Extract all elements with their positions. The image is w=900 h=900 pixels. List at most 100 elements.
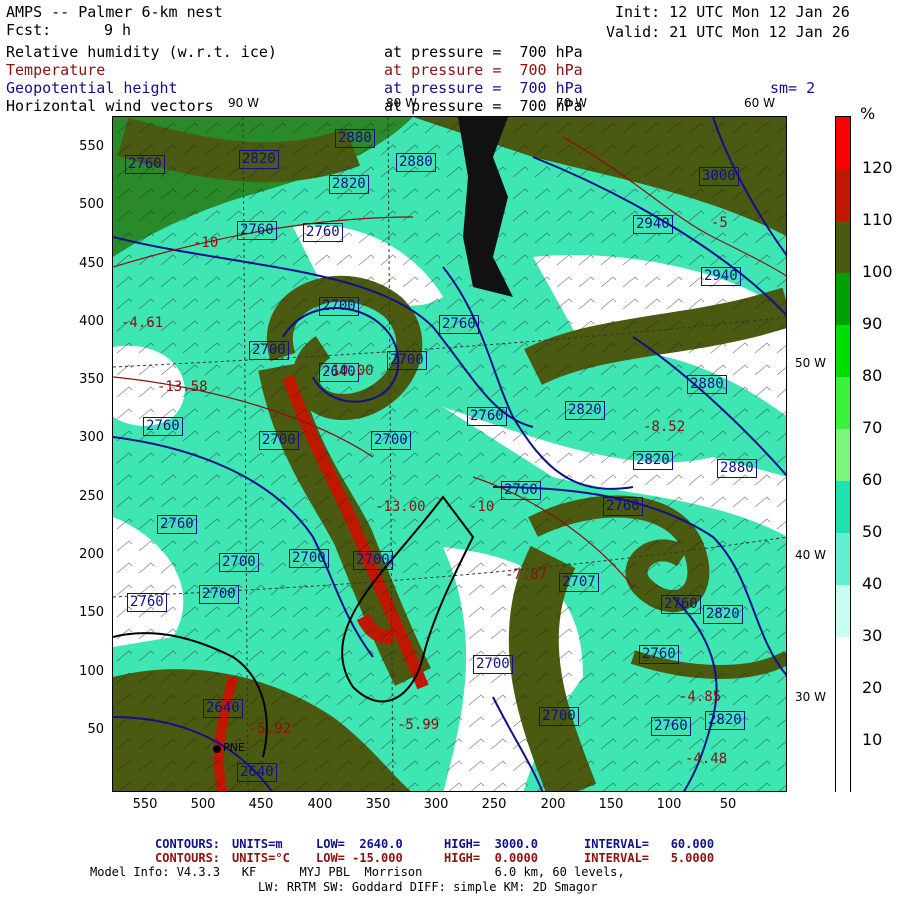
footer-contour2-interval: INTERVAL= 5.0000 [584, 851, 715, 865]
footer-contour2-units: UNITS=°C [232, 851, 290, 865]
height-contour-label: 2700 [259, 431, 299, 450]
x-tick-label: 500 [190, 797, 216, 812]
height-contour-label: 2940 [701, 267, 741, 286]
colorbar-label: 110 [862, 210, 893, 229]
footer-contour1-interval: INTERVAL= 60.000 [584, 837, 715, 851]
height-contour-label: 2820 [329, 175, 369, 194]
colorbar-label: 30 [862, 626, 883, 645]
colorbar-segment [836, 429, 850, 481]
y-tick-label: 250 [79, 489, 104, 504]
temperature-contour-label: -10 [193, 235, 219, 251]
temperature-contour-label: -10 [469, 499, 495, 515]
colorbar-label: 50 [862, 522, 883, 541]
y-tick-label: 300 [79, 430, 104, 445]
footer-contour1-low: LOW= 2640.0 [316, 837, 403, 851]
y-tick-label: 100 [79, 664, 104, 679]
height-contour-label: 2760 [157, 515, 197, 534]
field-rh-level: at pressure = 700 hPa [384, 43, 583, 61]
height-contour-label: 2880 [396, 153, 436, 172]
station-label: PNE [223, 741, 245, 754]
temperature-contour-label: -5.99 [397, 717, 440, 733]
colorbar-label: 20 [862, 678, 883, 697]
field-height-level: at pressure = 700 hPa [384, 79, 583, 97]
height-contour-label: 3000 [699, 167, 739, 186]
height-contour-label: 2700 [387, 351, 427, 370]
x-tick-label: 450 [248, 797, 274, 812]
y-tick-label: 50 [87, 722, 104, 737]
temperature-contour-label: -8.52 [643, 419, 686, 435]
height-contour-label: 2940 [633, 215, 673, 234]
height-contour-label: 2760 [639, 645, 679, 664]
footer-contour1-label: CONTOURS: [155, 837, 221, 851]
station-marker [213, 745, 221, 753]
field-height-name: Geopotential height [6, 79, 178, 97]
colorbar-segment [836, 169, 850, 221]
height-contour-label: 2820 [705, 711, 745, 730]
valid-time: Valid: 21 UTC Mon 12 Jan 26 [606, 23, 850, 41]
height-contour-label: 2760 [237, 221, 277, 240]
x-tick-label: 100 [656, 797, 682, 812]
x-tick-label: 150 [598, 797, 624, 812]
lon-label-30w: 30 W [795, 690, 826, 704]
y-tick-label: 500 [79, 197, 104, 212]
y-tick-label: 200 [79, 547, 104, 562]
lon-label-90w: 90 W [228, 96, 259, 110]
field-rh-name: Relative humidity (w.r.t. ice) [6, 43, 277, 61]
colorbar-label: 40 [862, 574, 883, 593]
height-contour-label: 2880 [687, 375, 727, 394]
x-tick-label: 400 [307, 797, 333, 812]
height-contour-label: 2700 [473, 655, 513, 674]
temperature-contour-label: -4.48 [685, 751, 728, 767]
height-contour-label: 2820 [239, 150, 279, 169]
x-tick-label: 200 [540, 797, 566, 812]
map-panel: 2760 2820 2880 2880 2820 3000 2760 2760 2940 2940… [112, 116, 787, 792]
colorbar [835, 116, 851, 793]
height-contour-label: 2640 [237, 763, 277, 782]
footer-contour2-high: HIGH= 0.0000 [444, 851, 538, 865]
y-tick-label: 550 [79, 139, 104, 154]
height-contour-label: 2760 [467, 407, 507, 426]
model-title: AMPS -- Palmer 6-km nest [6, 3, 223, 21]
colorbar-segment [836, 637, 850, 689]
height-contour-label: 2640 [203, 699, 243, 718]
temperature-contour-label: -5.92 [249, 721, 292, 737]
height-contour-label: 2760 [603, 497, 643, 516]
height-contour-label: 2760 [125, 155, 165, 174]
height-contour-label: 2760 [143, 417, 183, 436]
colorbar-segment [836, 689, 850, 741]
y-tick-label: 150 [79, 605, 104, 620]
colorbar-label: 70 [862, 418, 883, 437]
colorbar-segment [836, 273, 850, 325]
footer-contour1-high: HIGH= 3000.0 [444, 837, 538, 851]
x-tick-label: 250 [481, 797, 507, 812]
colorbar-segment [836, 221, 850, 273]
colorbar-segment [836, 117, 850, 169]
height-contour-label: 2700 [371, 431, 411, 450]
temperature-contour-label: -5 [711, 215, 728, 231]
colorbar-unit: % [860, 104, 876, 123]
height-contour-label: 2820 [633, 451, 673, 470]
colorbar-segment [836, 533, 850, 585]
lon-label-70w: 70 W [556, 96, 587, 110]
init-time: Init: 12 UTC Mon 12 Jan 26 [615, 3, 850, 21]
colorbar-label: 100 [862, 262, 893, 281]
lon-label-60w: 60 W [744, 96, 775, 110]
height-contour-label: 2760 [661, 595, 701, 614]
height-contour-label: 2760 [127, 593, 167, 612]
height-contour-label: 2760 [651, 717, 691, 736]
footer-model-info: Model Info: V4.3.3 KF MYJ PBL Morrison 6… [90, 865, 625, 879]
colorbar-label: 90 [862, 314, 883, 333]
x-tick-label: 50 [719, 797, 737, 812]
x-tick-label: 350 [365, 797, 391, 812]
height-contour-label: 2760 [501, 481, 541, 500]
colorbar-label: 10 [862, 730, 883, 749]
footer-physics: LW: RRTM SW: Goddard DIFF: simple KM: 2D… [258, 880, 598, 894]
forecast-label: Fcst: [6, 21, 52, 39]
colorbar-label: 60 [862, 470, 883, 489]
height-contour-label: 2700 [219, 553, 259, 572]
lon-label-40w: 40 W [795, 548, 826, 562]
footer-contour1-units: UNITS=m [232, 837, 283, 851]
y-tick-label: 450 [79, 256, 104, 271]
height-contour-label: 2700 [289, 549, 329, 568]
colorbar-label: 80 [862, 366, 883, 385]
